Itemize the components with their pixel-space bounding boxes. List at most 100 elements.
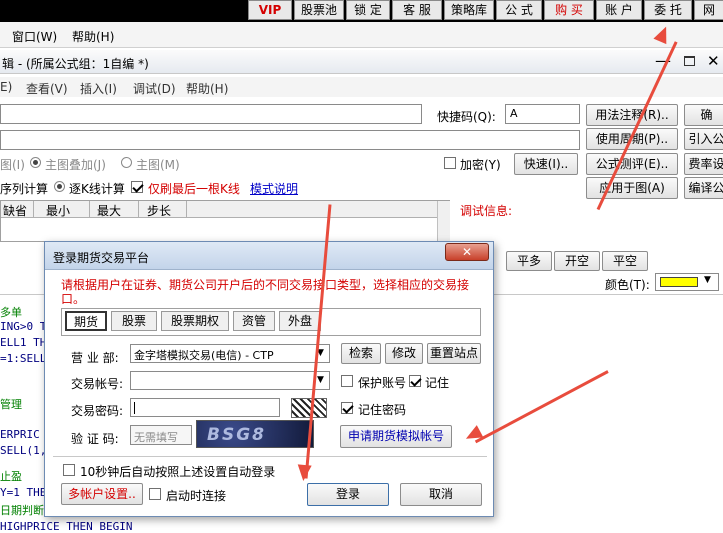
- usage-note-button[interactable]: 用法注释(R)..: [586, 104, 678, 126]
- model-doc-link[interactable]: 模式说明: [250, 180, 298, 197]
- quick-button[interactable]: 快速(I)..: [514, 153, 578, 175]
- buy-label: 购 买: [555, 3, 583, 17]
- confirm-button[interactable]: 确: [684, 104, 723, 126]
- evaluate-button[interactable]: 公式测评(E)..: [586, 153, 678, 175]
- search-button[interactable]: 检索: [341, 343, 381, 364]
- multi-account-button[interactable]: 多帐户设置..: [61, 483, 143, 505]
- overlay-radio[interactable]: [30, 157, 41, 168]
- modify-button[interactable]: 修改: [385, 343, 423, 364]
- service-button[interactable]: 客 服: [392, 0, 442, 20]
- menu-insert[interactable]: 插入(I): [80, 80, 117, 97]
- connect-on-startup-checkbox[interactable]: [149, 488, 161, 500]
- color-select[interactable]: ▼: [655, 273, 719, 291]
- login-button[interactable]: 登录: [307, 483, 389, 506]
- remember-account-label: 记住: [425, 376, 450, 390]
- code-line: HIGHPRICE THEN BEGIN: [0, 520, 133, 533]
- col-divider: [89, 201, 90, 218]
- autologin-checkbox[interactable]: [63, 464, 75, 476]
- arrowhead-icon: [296, 464, 312, 482]
- apply-chart-button[interactable]: 应用于图(A): [586, 177, 678, 199]
- chevron-down-icon: ▼: [704, 275, 711, 285]
- reset-site-button[interactable]: 重置站点: [427, 343, 481, 364]
- tab-asset-mgmt[interactable]: 资管: [233, 311, 275, 331]
- menu-window[interactable]: 窗口(W): [12, 28, 57, 45]
- kline-calc-radio[interactable]: [54, 181, 65, 192]
- formula-button[interactable]: 公 式: [496, 0, 542, 20]
- encrypt-label: 加密(Y): [460, 158, 501, 172]
- close-long-button[interactable]: 平多: [506, 251, 552, 271]
- dialog-notice: 请根据用户在证券、期货公司开户后的不同交易接口类型，选择相应的交易接口。: [61, 278, 470, 306]
- password-input[interactable]: [130, 398, 280, 417]
- code-line: =1:SELL: [0, 352, 47, 365]
- formula-name-input[interactable]: [0, 104, 422, 124]
- cancel-button[interactable]: 取消: [400, 483, 482, 506]
- code-line: ING>0 T: [0, 320, 47, 333]
- editor-title: 辑 - (所属公式组：1自编 *): [2, 57, 149, 71]
- stock-pool-button[interactable]: 股票池: [294, 0, 344, 20]
- menu-editor-help[interactable]: 帮助(H): [186, 80, 228, 97]
- divider: [53, 456, 487, 457]
- close-short-button[interactable]: 平空: [602, 251, 648, 271]
- code-line: 多单: [0, 306, 22, 319]
- remember-password-label: 记住密码: [358, 403, 407, 417]
- col-default: 缺省: [3, 204, 28, 218]
- compile-button[interactable]: 编译公: [684, 177, 723, 199]
- menu-view[interactable]: 查看(V): [26, 80, 68, 97]
- business-select[interactable]: 金字塔模拟交易(电信) - CTP ▼: [130, 344, 330, 363]
- strategy-button[interactable]: 策略库: [444, 0, 494, 20]
- col-divider: [33, 201, 34, 218]
- vip-button[interactable]: VIP: [248, 0, 292, 20]
- buy-button[interactable]: 购 买: [544, 0, 594, 20]
- menu-edit[interactable]: E): [0, 80, 12, 94]
- col-max: 最大: [97, 204, 122, 218]
- tab-foreign[interactable]: 外盘: [279, 311, 321, 331]
- sequence-calc-label: 序列计算: [0, 182, 49, 196]
- description-input[interactable]: [0, 130, 580, 150]
- maximize-icon[interactable]: [684, 56, 695, 66]
- remember-password-checkbox[interactable]: [341, 402, 353, 414]
- account-button[interactable]: 账 户: [596, 0, 642, 20]
- close-icon[interactable]: ✕: [707, 52, 720, 70]
- last-kline-checkbox[interactable]: [131, 181, 143, 193]
- encrypt-checkbox[interactable]: [444, 157, 456, 169]
- col-divider: [138, 201, 139, 218]
- captcha-input[interactable]: 无需填写: [130, 425, 192, 445]
- param-table: 缺省 最小 最大 步长: [0, 200, 450, 242]
- debug-info-label: 调试信息:: [460, 204, 513, 218]
- menu-help[interactable]: 帮助(H): [72, 28, 114, 45]
- shortcut-input[interactable]: A: [505, 104, 580, 124]
- protect-account-checkbox[interactable]: [341, 375, 353, 387]
- apply-demo-account-button[interactable]: 申请期货模拟帐号: [340, 425, 452, 448]
- tab-stock-options[interactable]: 股票期权: [161, 311, 229, 331]
- code-line: ELL1 TH: [0, 336, 47, 349]
- tab-stocks[interactable]: 股票: [111, 311, 157, 331]
- top-toolbar: VIP 股票池 锁 定 客 服 策略库 公 式 购 买 账 户 委 托 网: [0, 0, 723, 22]
- menu-debug[interactable]: 调试(D): [133, 80, 176, 97]
- fee-button[interactable]: 费率设: [684, 153, 723, 175]
- shortcut-label: 快捷码(Q):: [437, 110, 496, 124]
- param-table-scrollbar[interactable]: [437, 201, 450, 241]
- captcha-label: 验 证 码:: [71, 432, 119, 446]
- order-button[interactable]: 委 托: [644, 0, 692, 20]
- open-short-button[interactable]: 开空: [554, 251, 600, 271]
- business-label: 营 业 部:: [71, 351, 119, 365]
- lock-button[interactable]: 锁 定: [346, 0, 390, 20]
- main-menubar: 窗口(W) 帮助(H): [0, 22, 723, 48]
- account-select[interactable]: ▼: [130, 371, 330, 390]
- captcha-text: BSG8: [207, 425, 266, 445]
- code-line: 止盈: [0, 470, 22, 483]
- password-label: 交易密码:: [71, 404, 124, 418]
- kline-calc-label: 逐K线计算: [69, 182, 125, 196]
- annotation-arrow: [474, 370, 609, 444]
- account-label: 交易帐号:: [71, 377, 124, 391]
- protect-account-label: 保护账号: [358, 376, 407, 390]
- tab-futures[interactable]: 期货: [65, 311, 107, 331]
- import-button[interactable]: 引入公: [684, 128, 723, 150]
- dialog-titlebar: 登录期货交易平台 ✕: [45, 242, 493, 270]
- main-chart-radio[interactable]: [121, 157, 132, 168]
- chevron-down-icon: ▼: [317, 375, 324, 385]
- dialog-close-button[interactable]: ✕: [445, 243, 489, 261]
- remember-account-checkbox[interactable]: [409, 375, 421, 387]
- web-button[interactable]: 网: [694, 0, 723, 20]
- captcha-image[interactable]: BSG8: [196, 420, 314, 448]
